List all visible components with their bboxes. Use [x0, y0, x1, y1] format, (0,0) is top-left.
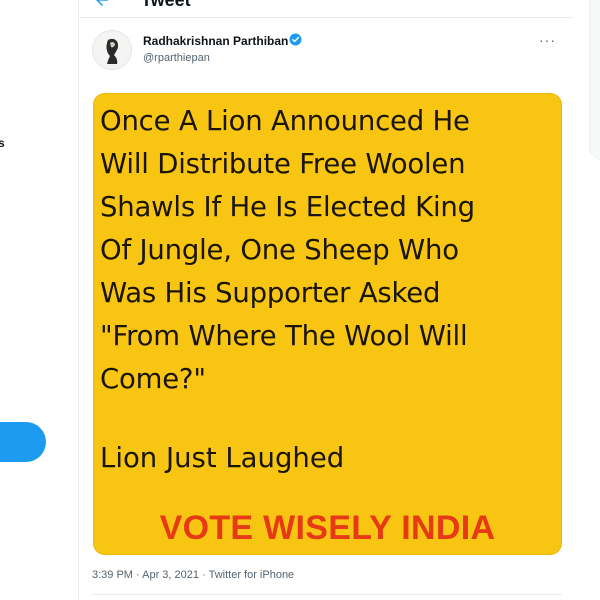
sidebar-nav-label[interactable]: s	[0, 136, 5, 150]
compose-tweet-button[interactable]	[0, 422, 46, 462]
back-arrow-icon[interactable]	[93, 0, 111, 9]
tweet-author-row: Radhakrishnan Parthiban @rparthiepan ···	[92, 30, 562, 70]
verified-badge-icon	[289, 33, 302, 46]
image-text-line: Once A Lion Announced He	[100, 105, 470, 137]
tweet-timestamp-source[interactable]: 3:39 PM · Apr 3, 2021 · Twitter for iPho…	[92, 569, 294, 581]
image-text-line: Will Distribute Free Woolen	[100, 148, 466, 180]
main-column: Tweet Radhakrishnan Parthiban @rparthiep…	[78, 0, 574, 600]
image-slogan: VOTE WISELY INDIA	[159, 509, 496, 547]
image-punchline: Lion Just Laughed	[100, 442, 345, 474]
tweet-page: s Tweet Radhakrishnan Parthiban @rparthi…	[0, 0, 600, 600]
divider	[92, 594, 562, 595]
tweet-image[interactable]: Once A Lion Announced He Will Distribute…	[93, 93, 562, 555]
image-text-line: Of Jungle, One Sheep Who	[100, 234, 459, 266]
author-name[interactable]: Radhakrishnan Parthiban	[143, 34, 288, 48]
image-text-line: Shawls If He Is Elected King	[100, 191, 475, 223]
more-options-icon[interactable]: ···	[539, 32, 556, 48]
image-text-line: Was His Supporter Asked	[100, 277, 441, 309]
author-handle[interactable]: @rparthiepan	[143, 52, 210, 64]
page-header: Tweet	[79, 0, 573, 18]
back-arrow-svg	[96, 0, 108, 6]
verified-badge-svg	[289, 33, 302, 46]
right-sidebar	[573, 0, 600, 600]
left-sidebar: s	[0, 0, 78, 600]
image-text-line: Come?"	[100, 363, 206, 395]
avatar-portrait-icon	[93, 31, 131, 69]
search-panel-fragment	[589, 0, 600, 160]
image-quote-text: Once A Lion Announced He Will Distribute…	[100, 100, 555, 401]
page-title: Tweet	[141, 0, 191, 10]
image-text-line: "From Where The Wool Will	[100, 320, 468, 352]
avatar[interactable]	[92, 30, 132, 70]
